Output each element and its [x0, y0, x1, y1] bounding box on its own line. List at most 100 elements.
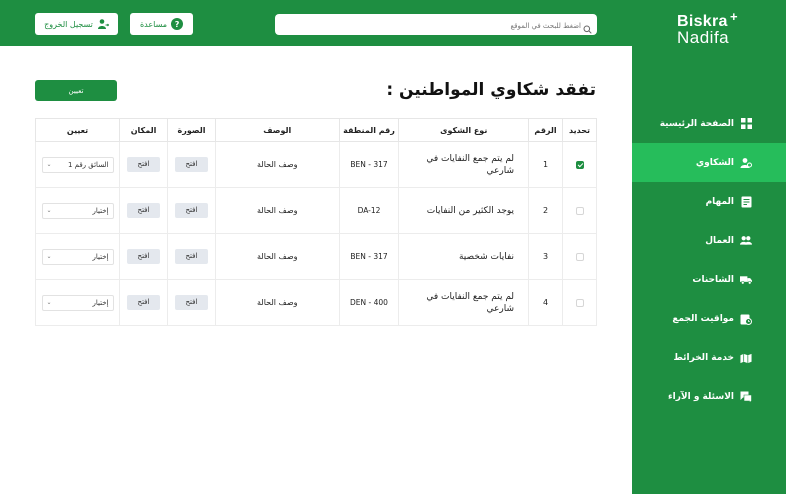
description-cell: وصف الحالة — [214, 187, 340, 234]
complaints-table: تحديد الرقم نوع الشكوى رقم المنطقة الوصف… — [34, 118, 597, 326]
region-cell: 317 - BEN — [338, 233, 400, 280]
open-image-button[interactable]: افتح — [174, 157, 208, 172]
column-header-select: تحديد — [562, 118, 597, 142]
description-cell: وصف الحالة — [214, 279, 340, 326]
map-icon — [740, 352, 752, 364]
truck-icon — [740, 274, 752, 286]
clock-icon — [740, 313, 752, 325]
app: تسجيل الخروج ? مساعدة Biskra Nadifa + ال… — [0, 0, 786, 494]
row-checkbox[interactable] — [575, 298, 584, 307]
column-header-description: الوصف — [214, 118, 340, 142]
number-cell: 3 — [528, 233, 564, 280]
column-header-assign: تعيين — [34, 118, 121, 142]
sidebar-item-label: مواقيت الجمع — [672, 313, 734, 324]
number-cell: 2 — [528, 187, 564, 234]
open-image-button[interactable]: افتح — [174, 295, 208, 310]
number-cell: 1 — [528, 141, 564, 188]
sidebar-item-trucks[interactable]: الشاحنات — [632, 260, 786, 299]
chevron-down-icon: ⌄ — [46, 299, 52, 306]
sidebar-nav: الصفحة الرئيسية الشكاوي المهام العمال ال… — [632, 104, 786, 416]
assign-select[interactable]: إختيار ⌄ — [41, 248, 114, 265]
sidebar-item-label: الشكاوي — [695, 157, 734, 168]
place-cell: افتح — [119, 279, 168, 326]
top-bar: تسجيل الخروج ? مساعدة — [0, 0, 632, 46]
select-cell — [562, 187, 597, 234]
row-checkbox[interactable] — [575, 252, 584, 261]
place-cell: افتح — [119, 187, 168, 234]
table-row: 1 لم يتم جمع النفايات في شارعي 317 - BEN… — [34, 141, 597, 188]
column-header-number: الرقم — [528, 118, 564, 142]
sidebar-item-label: العمال — [705, 235, 734, 246]
image-cell: افتح — [167, 279, 216, 326]
assign-cell: إختيار ⌄ — [34, 279, 121, 326]
place-cell: افتح — [119, 233, 168, 280]
users-complaint-icon — [740, 157, 752, 169]
chevron-down-icon: ⌄ — [46, 253, 52, 260]
table-row: 4 لم يتم جمع النفايات في شارعي 400 - DEN… — [34, 279, 597, 326]
region-cell: DA-12 — [338, 187, 400, 234]
help-button[interactable]: ? مساعدة — [130, 13, 193, 35]
sidebar-item-tasks[interactable]: المهام — [632, 182, 786, 221]
open-image-button[interactable]: افتح — [174, 203, 208, 218]
sidebar-item-label: الاسئلة و الآراء — [668, 391, 734, 402]
open-place-button[interactable]: افتح — [127, 157, 161, 172]
select-cell — [562, 141, 597, 188]
user-logout-icon — [97, 18, 109, 30]
assign-select[interactable]: السائق رقم 1 ⌄ — [41, 156, 114, 173]
sidebar-item-label: الشاحنات — [692, 274, 734, 285]
grid-icon — [740, 118, 752, 130]
assign-select-value: إختيار — [92, 206, 109, 215]
type-cell: يوجد الكثير من النفايات — [398, 187, 530, 234]
sidebar-item-complaints[interactable]: الشكاوي — [632, 143, 786, 182]
assign-select-value: إختيار — [92, 298, 109, 307]
search-input[interactable] — [284, 15, 583, 36]
type-cell: لم يتم جمع النفايات في شارعي — [398, 279, 530, 326]
type-cell: لم يتم جمع النفايات في شارعي — [398, 141, 530, 188]
sidebar: Biskra Nadifa + الصفحة الرئيسية الشكاوي … — [632, 0, 786, 494]
chevron-down-icon: ⌄ — [46, 207, 52, 214]
column-header-region: رقم المنطقة — [338, 118, 400, 142]
workers-icon — [740, 235, 752, 247]
assign-select-value: إختيار — [92, 252, 109, 261]
sidebar-item-schedule[interactable]: مواقيت الجمع — [632, 299, 786, 338]
region-cell: 317 - BEN — [338, 141, 400, 188]
assign-cell: إختيار ⌄ — [34, 187, 121, 234]
assign-button[interactable]: تعيين — [35, 80, 117, 101]
chevron-down-icon: ⌄ — [46, 161, 52, 168]
type-cell: نفايات شخصية — [398, 233, 530, 280]
sidebar-item-home[interactable]: الصفحة الرئيسية — [632, 104, 786, 143]
assign-select[interactable]: إختيار ⌄ — [41, 294, 114, 311]
sidebar-item-workers[interactable]: العمال — [632, 221, 786, 260]
row-checkbox[interactable] — [575, 160, 584, 169]
assign-cell: إختيار ⌄ — [34, 233, 121, 280]
select-cell — [562, 279, 597, 326]
column-header-type: نوع الشكوى — [398, 118, 530, 142]
select-cell — [562, 233, 597, 280]
help-icon: ? — [171, 18, 184, 30]
description-cell: وصف الحالة — [214, 141, 340, 188]
assign-select-value: السائق رقم 1 — [67, 160, 109, 169]
row-checkbox[interactable] — [575, 206, 584, 215]
tasks-icon — [740, 196, 752, 208]
logout-label: تسجيل الخروج — [44, 19, 93, 29]
sidebar-item-label: المهام — [705, 196, 734, 207]
open-place-button[interactable]: افتح — [127, 203, 161, 218]
sidebar-item-label: خدمة الخرائط — [673, 352, 735, 363]
table-row: 3 نفايات شخصية 317 - BEN وصف الحالة افتح… — [34, 233, 597, 280]
search-box[interactable] — [275, 14, 597, 36]
question-chat-icon — [740, 391, 752, 403]
assign-select[interactable]: إختيار ⌄ — [41, 202, 114, 219]
open-image-button[interactable]: افتح — [174, 249, 208, 264]
sidebar-item-label: الصفحة الرئيسية — [659, 118, 734, 129]
image-cell: افتح — [167, 233, 216, 280]
table-row: 2 يوجد الكثير من النفايات DA-12 وصف الحا… — [34, 187, 597, 234]
logout-button[interactable]: تسجيل الخروج — [35, 13, 118, 35]
column-header-image: الصورة — [167, 118, 216, 142]
description-cell: وصف الحالة — [214, 233, 340, 280]
help-label: مساعدة — [139, 19, 168, 29]
sidebar-item-questions[interactable]: الاسئلة و الآراء — [632, 377, 786, 416]
open-place-button[interactable]: افتح — [127, 295, 161, 310]
image-cell: افتح — [167, 187, 216, 234]
open-place-button[interactable]: افتح — [127, 249, 161, 264]
sidebar-item-maps[interactable]: خدمة الخرائط — [632, 338, 786, 377]
